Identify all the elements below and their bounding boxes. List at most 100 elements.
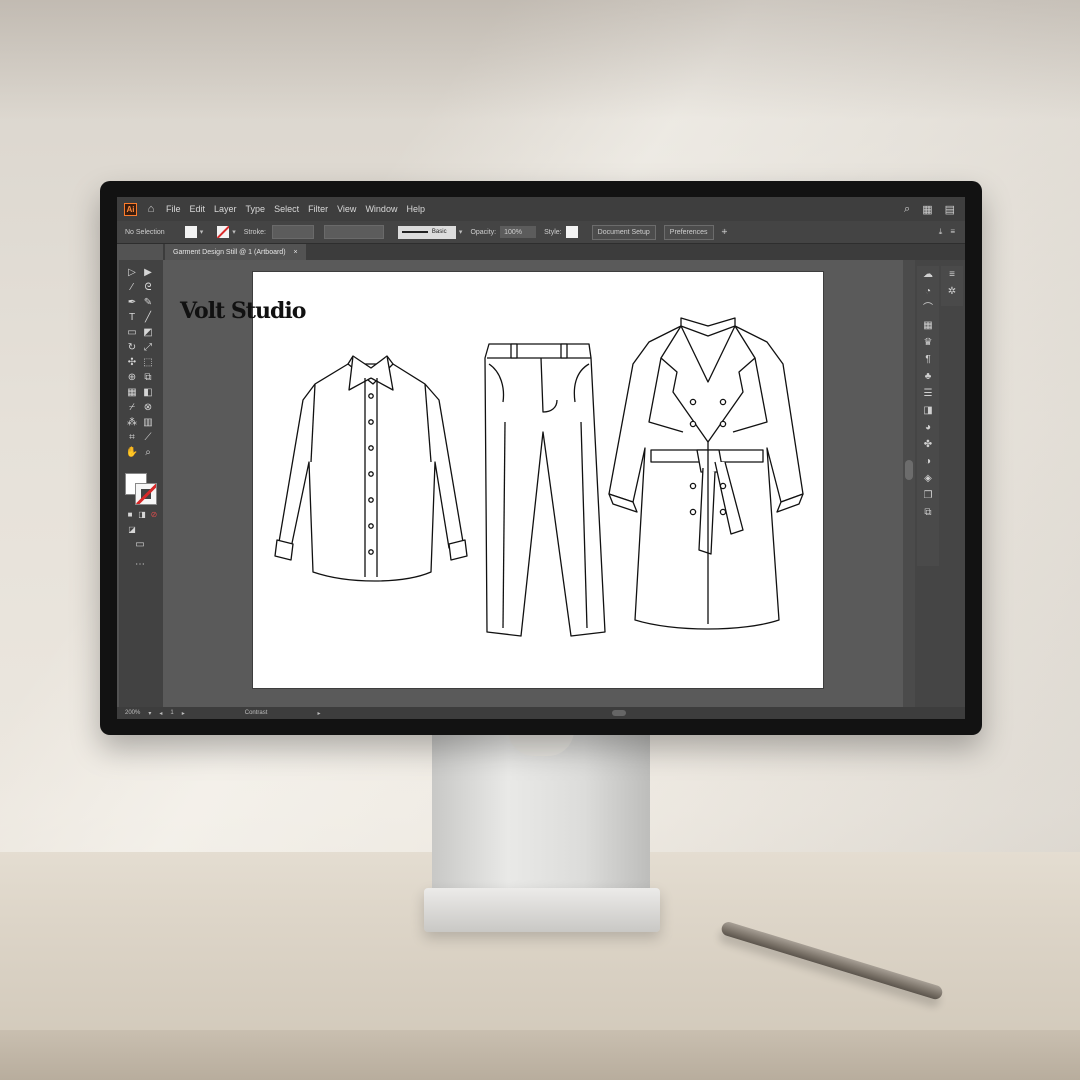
more-tools-icon[interactable]: ⋯ [133,558,147,571]
artboard-number[interactable]: 1 [170,710,173,716]
opacity-field[interactable]: 100% [500,226,537,238]
panel-menu-icon[interactable]: ≡ [950,227,955,237]
free-transform-tool-icon[interactable]: ⬚ [141,356,155,369]
vertical-scrollbar[interactable] [903,260,915,707]
lasso-tool-icon[interactable]: ᘓ [141,281,155,294]
document-tab-bar: Garment Design Still @ 1 (Artboard) × [163,244,965,260]
arrange-icon[interactable]: ⁜ [722,228,728,236]
line-tool-icon[interactable]: ╱ [141,311,155,324]
slice-tool-icon[interactable]: ⟋ [141,431,155,444]
align-icon[interactable]: ☰ [917,385,939,402]
mesh-tool-icon[interactable]: ▦ [125,386,139,399]
gradient-tool-icon[interactable]: ◧ [141,386,155,399]
home-icon[interactable]: ⌂ [145,203,157,215]
app-logo-icon[interactable]: Ai [124,202,137,216]
artboard-tool-icon[interactable]: ⌗ [125,431,139,444]
brushes-icon[interactable]: ⌒ [917,300,939,317]
selection-tool-icon[interactable]: ▷ [125,266,139,279]
arrange-documents-icon[interactable]: ▦ [922,203,932,216]
chevron-down-icon[interactable]: ▾ [232,228,236,236]
appearance-icon[interactable]: ✤ [917,436,939,453]
screen-mode-icon[interactable]: ▭ [133,538,147,551]
garment-sketches [274,317,804,637]
swatches-icon[interactable]: ▦ [917,317,939,334]
none-mode-icon[interactable]: ⊘ [147,508,161,521]
hand-tool-icon[interactable]: ✋ [125,446,139,459]
style-swatch[interactable] [565,226,578,238]
layers-icon[interactable]: ◈ [917,470,939,487]
menu-edit[interactable]: Edit [190,204,206,214]
shirt-sketch[interactable] [274,355,468,582]
properties-icon[interactable]: ◔ [917,283,939,300]
chevron-down-icon[interactable]: ▾ [148,710,151,717]
paragraph-icon[interactable]: ¶ [917,351,939,368]
trousers-sketch[interactable] [484,343,606,637]
document-setup-button[interactable]: Document Setup [591,224,656,240]
stroke-color-swatch[interactable] [135,483,157,505]
stroke-swatch[interactable] [217,226,230,238]
artboards-icon[interactable]: ❐ [917,487,939,504]
gradient-icon[interactable]: ◨ [917,402,939,419]
document-tab[interactable]: Garment Design Still @ 1 (Artboard) × [165,244,306,260]
menu-file[interactable]: File [166,204,181,214]
search-icon[interactable]: ⌕ [904,203,910,216]
menu-select[interactable]: Select [274,204,299,214]
monitor: Ai ⌂ File Edit Layer Type Select Filter … [100,181,982,735]
libraries-icon[interactable]: ☁ [917,266,939,283]
trench-coat-sketch[interactable] [608,317,804,630]
fill-swatch[interactable] [184,226,197,238]
scale-tool-icon[interactable]: ⤢ [141,341,155,354]
variable-width-field[interactable] [323,225,384,239]
rotate-tool-icon[interactable]: ↻ [125,341,139,354]
curvature-tool-icon[interactable]: ✎ [141,296,155,309]
document-tab-title: Garment Design Still @ 1 (Artboard) [173,248,286,256]
character-icon[interactable]: ✲ [941,283,963,300]
graph-tool-icon[interactable]: ▥ [141,416,155,429]
glyphs-icon[interactable]: ♣ [917,368,939,385]
rectangle-tool-icon[interactable]: ▭ [125,326,139,339]
menu-type[interactable]: Type [246,204,266,214]
warp-tool-icon[interactable]: ✣ [125,356,139,369]
menu-filter[interactable]: Filter [308,204,328,214]
menu-window[interactable]: Window [365,204,397,214]
previous-artboard-icon[interactable]: ◂ [159,710,162,717]
eyedropper-tool-icon[interactable]: ⌿ [125,401,139,414]
chevron-down-icon[interactable]: ▾ [459,228,463,236]
preferences-button[interactable]: Preferences [663,224,714,240]
perspective-tool-icon[interactable]: ⧉ [141,371,155,384]
workspace-icon[interactable]: ▤ [945,203,955,216]
brand-logo: Volt Studio [180,298,306,324]
shape-builder-tool-icon[interactable]: ⊕ [125,371,139,384]
panel-column-1: ☁ ◔ ⌒ ▦ ♛ ¶ ♣ ☰ ◨ ◕ ✤ ◑ ◈ ❐ ⧉ [917,266,939,566]
eraser-tool-icon[interactable]: ◩ [141,326,155,339]
chevron-down-icon[interactable]: ▾ [200,228,204,236]
draw-mode-icon[interactable]: ◪ [125,523,139,536]
transform-icon[interactable]: ⤓ [939,227,943,237]
pen-tool-icon[interactable]: ✒ [125,296,139,309]
canvas[interactable]: Volt Studio [163,260,915,707]
horizontal-scrollbar-thumb[interactable] [612,710,626,716]
stroke-panel-icon[interactable]: ≡ [941,266,963,283]
artboard[interactable] [253,272,823,688]
status-menu-icon[interactable]: ▸ [317,710,320,717]
menu-view[interactable]: View [337,204,356,214]
menu-layer[interactable]: Layer [214,204,237,214]
direct-selection-tool-icon[interactable]: ▶ [141,266,155,279]
scrollbar-thumb[interactable] [905,460,913,480]
stroke-style-select[interactable]: Basic [397,225,456,239]
pathfinder-icon[interactable]: ⧉ [917,504,939,521]
next-artboard-icon[interactable]: ▸ [182,710,185,717]
stroke-weight-field[interactable] [271,225,314,239]
color-guide-icon[interactable]: ◑ [917,453,939,470]
type-tool-icon[interactable]: T [125,311,139,324]
symbols-icon[interactable]: ♛ [917,334,939,351]
close-icon[interactable]: × [294,249,298,256]
transparency-icon[interactable]: ◕ [917,419,939,436]
menu-help[interactable]: Help [406,204,425,214]
zoom-level[interactable]: 200% [125,710,140,716]
magic-wand-tool-icon[interactable]: ⁄ [125,281,139,294]
zoom-tool-icon[interactable]: ⌕ [141,446,155,459]
menu-bar: Ai ⌂ File Edit Layer Type Select Filter … [117,197,965,221]
symbol-sprayer-tool-icon[interactable]: ⁂ [125,416,139,429]
blend-tool-icon[interactable]: ⊗ [141,401,155,414]
